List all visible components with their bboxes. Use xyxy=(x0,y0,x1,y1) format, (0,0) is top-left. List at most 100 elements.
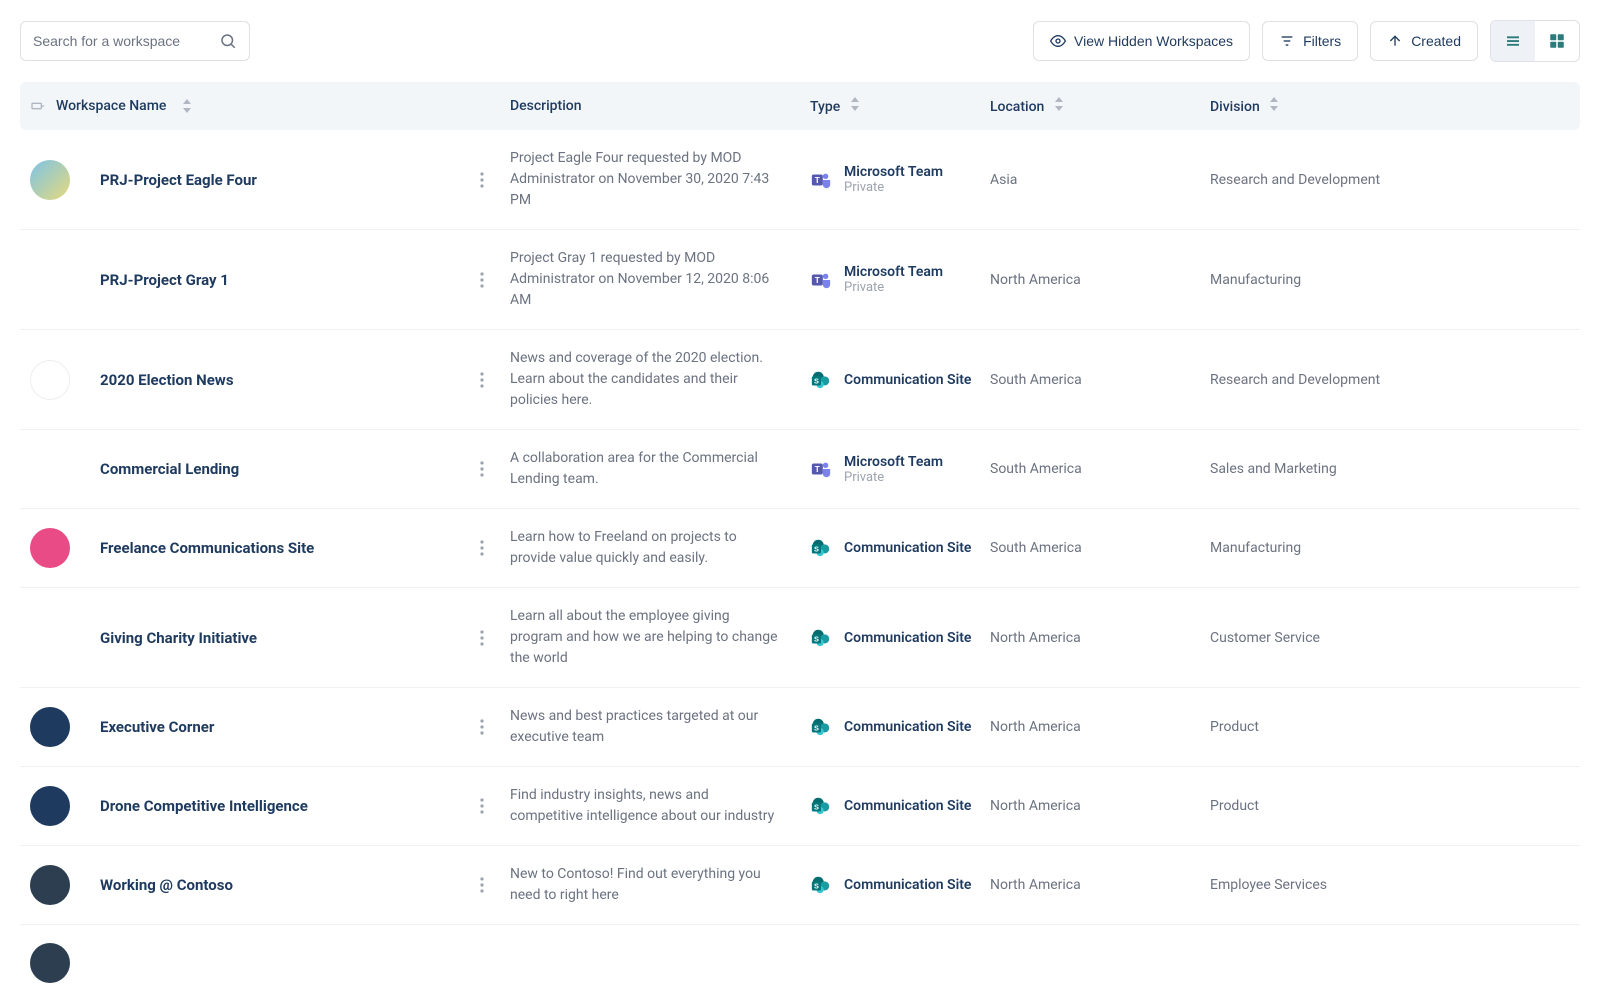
list-view-button[interactable] xyxy=(1491,21,1535,61)
toolbar-right: View Hidden Workspaces Filters Created xyxy=(1033,20,1580,62)
search-input[interactable] xyxy=(33,33,219,49)
workspace-division: Employee Services xyxy=(1210,877,1570,893)
table-row[interactable]: 2020 Election News News and coverage of … xyxy=(20,330,1580,430)
more-vert-icon xyxy=(480,272,484,288)
workspace-division: Product xyxy=(1210,798,1570,814)
sort-icon xyxy=(182,99,192,113)
type-sub: Private xyxy=(844,470,943,485)
sharepoint-icon xyxy=(810,795,832,817)
teams-icon xyxy=(810,269,832,291)
type-name: Communication Site xyxy=(844,798,971,814)
grid-view-button[interactable] xyxy=(1535,21,1579,61)
workspace-icon xyxy=(30,943,70,983)
table-row[interactable]: PRJ-Project Gray 1 Project Gray 1 reques… xyxy=(20,230,1580,330)
view-hidden-label: View Hidden Workspaces xyxy=(1074,33,1233,49)
workspace-icon xyxy=(30,360,70,400)
teams-icon xyxy=(810,458,832,480)
workspace-division: Manufacturing xyxy=(1210,272,1570,288)
created-sort-button[interactable]: Created xyxy=(1370,21,1478,61)
filters-label: Filters xyxy=(1303,33,1341,49)
workspace-icon xyxy=(30,786,70,826)
workspace-name[interactable]: Commercial Lending xyxy=(100,460,239,478)
row-more-button[interactable] xyxy=(474,168,490,192)
workspace-description: Learn how to Freeland on projects to pro… xyxy=(510,527,810,569)
workspace-icon xyxy=(30,618,70,658)
table-header: Workspace Name Description Type Location… xyxy=(20,82,1580,130)
toolbar: View Hidden Workspaces Filters Created xyxy=(20,20,1580,62)
col-name-label[interactable]: Workspace Name xyxy=(56,98,166,114)
type-name: Communication Site xyxy=(844,630,971,646)
col-division-label[interactable]: Division xyxy=(1210,99,1260,115)
created-label: Created xyxy=(1411,33,1461,49)
more-vert-icon xyxy=(480,372,484,388)
arrow-up-icon xyxy=(1387,33,1403,49)
table-row[interactable]: Giving Charity Initiative Learn all abou… xyxy=(20,588,1580,688)
type-sub: Private xyxy=(844,180,943,195)
table-row[interactable]: Freelance Communications Site Learn how … xyxy=(20,509,1580,588)
workspace-name[interactable]: PRJ-Project Eagle Four xyxy=(100,171,257,189)
workspace-location: Asia xyxy=(990,172,1210,188)
search-box[interactable] xyxy=(20,21,250,61)
grid-icon xyxy=(1548,32,1566,50)
row-more-button[interactable] xyxy=(474,794,490,818)
workspace-name[interactable]: Executive Corner xyxy=(100,718,214,736)
row-more-button[interactable] xyxy=(474,457,490,481)
row-more-button[interactable] xyxy=(474,626,490,650)
sort-icon xyxy=(1054,97,1064,111)
more-vert-icon xyxy=(480,540,484,556)
workspace-name[interactable]: Freelance Communications Site xyxy=(100,539,314,557)
table-row[interactable] xyxy=(20,925,1580,983)
workspace-icon xyxy=(30,260,70,300)
table-row[interactable]: Working @ Contoso New to Contoso! Find o… xyxy=(20,846,1580,925)
more-vert-icon xyxy=(480,630,484,646)
list-icon xyxy=(1504,32,1522,50)
workspace-icon xyxy=(30,160,70,200)
workspace-icon xyxy=(30,449,70,489)
teams-icon xyxy=(810,169,832,191)
more-vert-icon xyxy=(480,461,484,477)
workspace-name[interactable]: PRJ-Project Gray 1 xyxy=(100,271,229,289)
workspace-description: Learn all about the employee giving prog… xyxy=(510,606,810,669)
filters-button[interactable]: Filters xyxy=(1262,21,1358,61)
workspace-description: News and coverage of the 2020 election. … xyxy=(510,348,810,411)
workspace-division: Customer Service xyxy=(1210,630,1570,646)
table-row[interactable]: PRJ-Project Eagle Four Project Eagle Fou… xyxy=(20,130,1580,230)
col-description-label[interactable]: Description xyxy=(510,98,810,114)
workspace-location: South America xyxy=(990,540,1210,556)
workspace-description: Find industry insights, news and competi… xyxy=(510,785,810,827)
workspace-description: News and best practices targeted at our … xyxy=(510,706,810,748)
row-more-button[interactable] xyxy=(474,368,490,392)
more-vert-icon xyxy=(480,719,484,735)
workspace-name[interactable]: 2020 Election News xyxy=(100,371,234,389)
workspace-division: Research and Development xyxy=(1210,372,1570,388)
row-more-button[interactable] xyxy=(474,536,490,560)
col-location-label[interactable]: Location xyxy=(990,99,1044,115)
sort-icon xyxy=(1269,97,1279,111)
workspace-name[interactable]: Drone Competitive Intelligence xyxy=(100,797,308,815)
workspace-description: Project Gray 1 requested by MOD Administ… xyxy=(510,248,810,311)
sharepoint-icon xyxy=(810,874,832,896)
row-more-button[interactable] xyxy=(474,715,490,739)
sharepoint-icon xyxy=(810,627,832,649)
workspace-name[interactable]: Giving Charity Initiative xyxy=(100,629,257,647)
table-row[interactable]: Commercial Lending A collaboration area … xyxy=(20,430,1580,509)
row-more-button[interactable] xyxy=(474,873,490,897)
workspace-division: Sales and Marketing xyxy=(1210,461,1570,477)
sort-icon xyxy=(850,97,860,111)
filter-icon xyxy=(1279,33,1295,49)
view-hidden-button[interactable]: View Hidden Workspaces xyxy=(1033,21,1250,61)
more-vert-icon xyxy=(480,877,484,893)
pin-icon xyxy=(30,98,46,114)
sharepoint-icon xyxy=(810,716,832,738)
table-row[interactable]: Drone Competitive Intelligence Find indu… xyxy=(20,767,1580,846)
table-row[interactable]: Executive Corner News and best practices… xyxy=(20,688,1580,767)
workspace-description: A collaboration area for the Commercial … xyxy=(510,448,810,490)
type-name: Microsoft Team xyxy=(844,454,943,470)
workspace-location: North America xyxy=(990,272,1210,288)
workspace-location: South America xyxy=(990,461,1210,477)
col-type-label[interactable]: Type xyxy=(810,99,840,115)
row-more-button[interactable] xyxy=(474,268,490,292)
sharepoint-icon xyxy=(810,369,832,391)
workspace-icon xyxy=(30,865,70,905)
more-vert-icon xyxy=(480,798,484,814)
